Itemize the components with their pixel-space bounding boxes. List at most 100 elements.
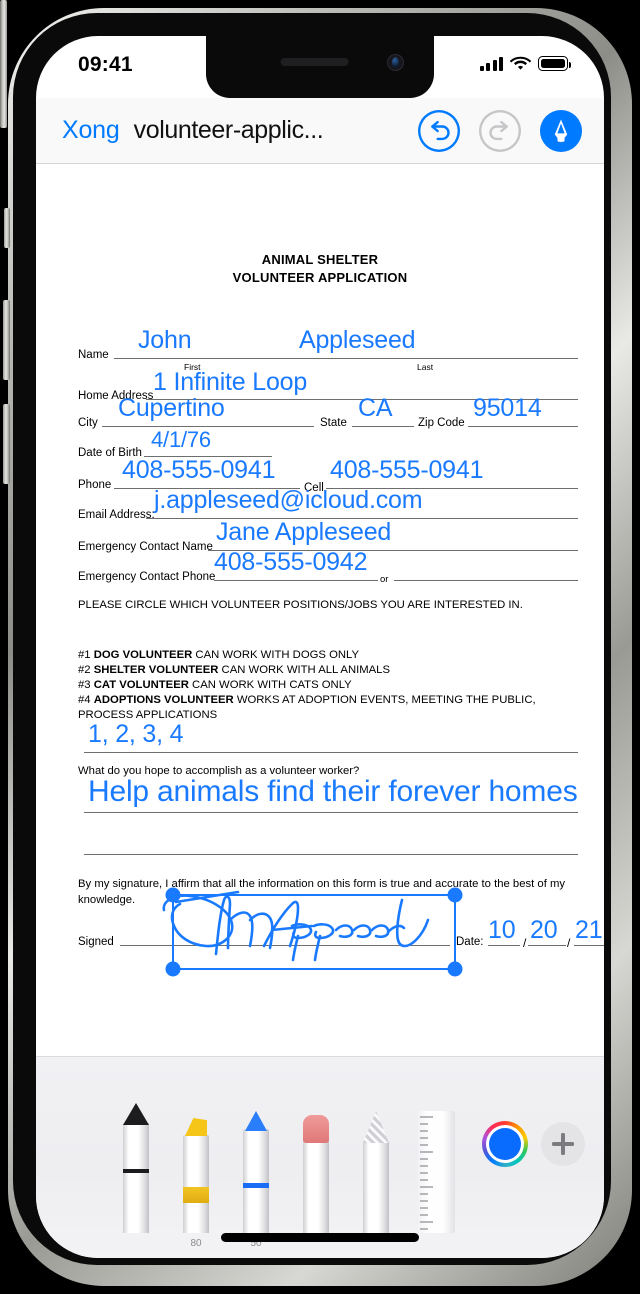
- highlighter-tip-icon: [185, 1118, 207, 1136]
- undo-icon: [431, 120, 450, 140]
- highlighter-size-label: 80: [190, 1238, 202, 1249]
- name-label: Name: [78, 349, 109, 361]
- date-year-value[interactable]: 21: [575, 918, 603, 943]
- resize-handle-icon-top-right[interactable]: [447, 887, 463, 903]
- name-first-value[interactable]: John: [138, 328, 192, 353]
- lasso-select-tool[interactable]: [354, 1111, 398, 1233]
- notch: [206, 36, 434, 98]
- ruler-tool[interactable]: [414, 1111, 458, 1233]
- markup-toolbar[interactable]: 80 50: [36, 1056, 604, 1258]
- lasso-select-tool-body: [363, 1111, 389, 1233]
- marker-pen-tip-icon: [245, 1111, 267, 1131]
- volume-up-button[interactable]: [3, 300, 10, 380]
- date-sep-2: /: [567, 936, 571, 950]
- selection-edge-bottom: [172, 968, 456, 970]
- resize-handle-icon-bottom-left[interactable]: [165, 961, 181, 977]
- ruler-tool-body: [417, 1111, 455, 1233]
- status-bar-clock: 09:41: [78, 53, 133, 76]
- markup-button[interactable]: [540, 109, 582, 152]
- position-3-desc: CAN WORK WITH CATS ONLY: [188, 679, 352, 691]
- position-item-3: #3 CAT VOLUNTEER CAN WORK WITH CATS ONLY: [78, 678, 580, 693]
- name-last-value[interactable]: Appleseed: [299, 328, 416, 353]
- positions-answer-rule: [84, 752, 578, 753]
- pen-tool-body: [123, 1103, 149, 1233]
- lasso-tip-icon: [363, 1111, 389, 1143]
- emergency-phone-alt-rule: [394, 580, 578, 581]
- email-value[interactable]: j.appleseed@icloud.com: [154, 488, 423, 513]
- earpiece-speaker-icon: [280, 58, 349, 66]
- cell-value[interactable]: 408-555-0941: [330, 458, 483, 483]
- positions-answer-value[interactable]: 1, 2, 3, 4: [88, 722, 183, 747]
- position-1-role: DOG VOLUNTEER: [93, 649, 193, 661]
- home-indicator[interactable]: [221, 1233, 419, 1242]
- position-item-2: #2 SHELTER VOLUNTEER CAN WORK WITH ALL A…: [78, 663, 580, 678]
- form-heading: ANIMAL SHELTER VOLUNTEER APPLICATION: [36, 251, 604, 287]
- pen-ink-band: [123, 1169, 149, 1173]
- goal-answer-value[interactable]: Help animals find their forever homes: [88, 777, 578, 807]
- city-label: City: [78, 417, 98, 429]
- goal-answer-rule-1: [84, 812, 578, 813]
- zip-rule: [468, 426, 578, 427]
- state-value[interactable]: CA: [358, 396, 393, 421]
- phone-screen: 09:41 Xong volunteer-applic... ANIMAL SH…: [36, 36, 604, 1258]
- position-2-desc: CAN WORK WITH ALL ANIMALS: [218, 664, 390, 676]
- state-label: State: [320, 417, 347, 429]
- volume-down-button[interactable]: [3, 404, 10, 484]
- dob-value[interactable]: 4/1/76: [151, 429, 211, 451]
- position-3-number: #3: [78, 679, 91, 691]
- signed-label: Signed: [78, 936, 114, 948]
- pen-tool[interactable]: [114, 1103, 158, 1233]
- name-rule: [114, 358, 578, 359]
- highlighter-tool[interactable]: 80: [174, 1118, 218, 1249]
- undo-button[interactable]: [418, 110, 460, 152]
- power-button[interactable]: [0, 0, 7, 128]
- city-value[interactable]: Cupertino: [118, 396, 225, 421]
- phone-value[interactable]: 408-555-0941: [122, 458, 275, 483]
- resize-handle-icon-bottom-right[interactable]: [447, 961, 463, 977]
- battery-full-icon: [538, 56, 572, 71]
- position-1-number: #1: [78, 649, 91, 661]
- back-button[interactable]: Xong: [62, 116, 120, 145]
- emergency-phone-or-label: or: [380, 574, 389, 585]
- position-2-role: SHELTER VOLUNTEER: [93, 664, 219, 676]
- position-1-desc: CAN WORK WITH DOGS ONLY: [192, 649, 360, 661]
- marker-pen-tool[interactable]: 50: [234, 1111, 278, 1249]
- emergency-name-value[interactable]: Jane Appleseed: [216, 520, 391, 545]
- ruler-ticks-icon: [420, 1116, 433, 1230]
- date-day-rule: [528, 945, 566, 946]
- selection-edge-right: [454, 894, 456, 970]
- highlighter-tool-body: 80: [183, 1118, 209, 1249]
- tool-palette: 80 50: [36, 1057, 604, 1249]
- markup-pen-icon: [554, 119, 568, 142]
- add-tool-button[interactable]: [541, 1122, 585, 1166]
- document-viewer[interactable]: ANIMAL SHELTER VOLUNTEER APPLICATION Nam…: [36, 164, 604, 1056]
- navigation-bar: Xong volunteer-applic...: [36, 98, 604, 164]
- marker-pen-ink-band: [243, 1183, 269, 1188]
- resize-handle-icon-top-left[interactable]: [165, 887, 181, 903]
- date-label: Date:: [456, 936, 484, 948]
- nav-actions: [418, 109, 582, 152]
- eraser-tip-icon: [303, 1115, 329, 1143]
- marker-pen-tool-body: 50: [243, 1111, 269, 1249]
- instructions-text: PLEASE CIRCLE WHICH VOLUNTEER POSITIONS/…: [78, 599, 523, 611]
- zip-value[interactable]: 95014: [473, 396, 542, 421]
- date-day-value[interactable]: 20: [530, 918, 558, 943]
- signature-ink[interactable]: [146, 890, 446, 964]
- position-2-number: #2: [78, 664, 91, 676]
- position-4-number: #4: [78, 694, 91, 706]
- wifi-icon: [510, 56, 531, 70]
- status-bar-indicators: [479, 56, 572, 71]
- home-address-value[interactable]: 1 Infinite Loop: [153, 370, 307, 395]
- eraser-tool[interactable]: [294, 1115, 338, 1233]
- date-month-value[interactable]: 10: [488, 918, 516, 943]
- redo-button[interactable]: [479, 110, 521, 152]
- silent-switch-button[interactable]: [4, 208, 10, 248]
- form-heading-line1: ANIMAL SHELTER: [261, 252, 379, 267]
- selection-edge-top: [172, 894, 456, 896]
- phone-label: Phone: [78, 479, 112, 491]
- form-heading-line2: VOLUNTEER APPLICATION: [232, 270, 408, 285]
- emergency-phone-value[interactable]: 408-555-0942: [214, 550, 367, 575]
- position-3-role: CAT VOLUNTEER: [93, 679, 189, 691]
- color-picker[interactable]: [482, 1121, 528, 1167]
- position-item-1: #1 DOG VOLUNTEER CAN WORK WITH DOGS ONLY: [78, 648, 580, 663]
